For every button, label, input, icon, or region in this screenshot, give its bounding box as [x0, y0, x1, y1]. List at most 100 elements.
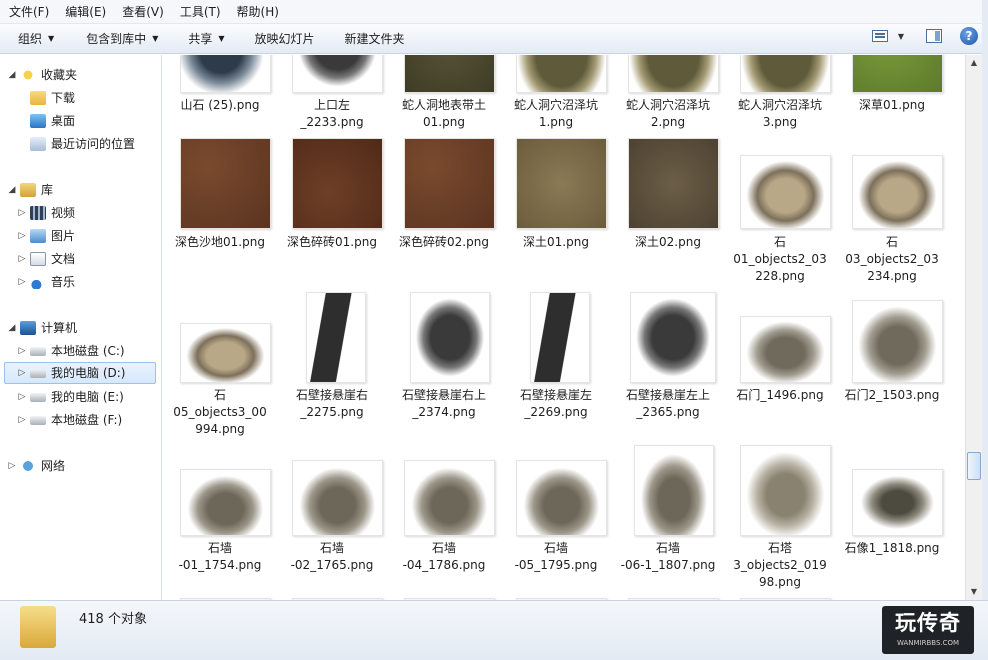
thumbnail-image [740, 316, 831, 383]
change-view-icon[interactable] [871, 30, 888, 42]
thumbnail-image [740, 55, 831, 93]
nav-desktop[interactable]: 桌面 [30, 110, 75, 132]
star-icon [20, 68, 36, 82]
scrollbar-thumb[interactable] [967, 452, 981, 480]
file-name: 石墙 -05_1795.png [514, 541, 598, 572]
nav-drive-f[interactable]: ▷ 本地磁盘 (F:) [17, 409, 123, 431]
command-bar: 组织 ▼ 包含到库中 ▼ 共享 ▼ 放映幻灯片 新建文件夹 ▼ ? [0, 24, 988, 54]
menu-tools[interactable]: 工具(T) [172, 1, 229, 23]
thumbnail-image [404, 55, 495, 93]
collapsed-arrow-icon[interactable]: ▷ [17, 409, 27, 431]
nav-downloads[interactable]: 下载 [30, 87, 75, 109]
nav-libraries[interactable]: ◢ 库 [7, 179, 53, 201]
nav-videos-label: 视频 [51, 206, 76, 220]
thumbnail-image [634, 445, 714, 536]
chevron-down-icon: ▼ [48, 33, 55, 43]
new-folder-button[interactable]: 新建文件夹 [336, 27, 414, 51]
scroll-up-icon[interactable]: ▲ [966, 55, 982, 71]
collapsed-arrow-icon[interactable]: ▷ [17, 386, 27, 408]
folder-icon [20, 606, 56, 648]
music-library-icon [30, 275, 46, 289]
file-name: 上口左 _2233.png [300, 98, 364, 129]
nav-favorites[interactable]: ◢ 收藏夹 [7, 64, 77, 86]
file-name: 石墙 -06-1_1807.png [620, 541, 716, 572]
menu-view[interactable]: 查看(V) [114, 1, 172, 23]
menu-help[interactable]: 帮助(H) [229, 1, 287, 23]
thumbnail-image [740, 445, 831, 536]
thumbnail-image [852, 300, 943, 383]
details-pane [0, 600, 988, 660]
nav-drive-d[interactable]: ▷ 我的电脑 (D:) [4, 362, 156, 384]
slideshow-button[interactable]: 放映幻灯片 [246, 27, 324, 51]
nav-documents-label: 文档 [51, 252, 76, 266]
thumbnail-image [852, 155, 943, 229]
thumbnail-image [404, 138, 495, 229]
nav-drive-e-label: 我的电脑 (E:) [51, 390, 124, 404]
preview-pane-icon[interactable] [926, 29, 942, 43]
nav-libraries-label: 库 [41, 183, 54, 197]
thumbnail-image [404, 460, 495, 536]
file-name: 石壁接悬崖右 _2275.png [295, 388, 368, 419]
view-options-chevron-icon[interactable]: ▼ [898, 32, 904, 41]
file-name: 蛇人洞穴沼泽坑 2.png [625, 98, 710, 129]
nav-network[interactable]: ▷ 网络 [7, 455, 65, 477]
nav-music-label: 音乐 [51, 275, 76, 289]
collapsed-arrow-icon[interactable]: ▷ [17, 362, 27, 384]
nav-computer[interactable]: ◢ 计算机 [7, 317, 77, 339]
share-button[interactable]: 共享 ▼ [179, 27, 233, 51]
collapsed-arrow-icon[interactable]: ▷ [7, 455, 17, 477]
collapsed-arrow-icon[interactable]: ▷ [17, 340, 27, 362]
nav-drive-e[interactable]: ▷ 我的电脑 (E:) [17, 386, 124, 408]
organize-button[interactable]: 组织 ▼ [9, 27, 63, 51]
thumbnail-image [516, 460, 607, 536]
nav-drive-c-label: 本地磁盘 (C:) [51, 344, 125, 358]
file-name: 石 01_objects2_03 228.png [733, 235, 827, 283]
menu-edit[interactable]: 编辑(E) [57, 1, 114, 23]
chevron-down-icon: ▼ [152, 33, 159, 43]
collapsed-arrow-icon[interactable]: ▷ [17, 248, 27, 270]
expand-arrow-icon[interactable]: ◢ [7, 64, 17, 86]
hard-drive-icon [30, 415, 46, 425]
hard-drive-icon [30, 392, 46, 402]
navigation-pane: ◢ 收藏夹 下载 桌面 最近访问的位置 ◢ 库 ▷ 视频 ▷ 图片 ▷ 文档 ▷ 音乐 ◢ 计… [0, 55, 162, 600]
collapsed-arrow-icon[interactable]: ▷ [17, 271, 27, 293]
file-name: 石壁接悬崖左 _2269.png [519, 388, 592, 419]
nav-pictures-label: 图片 [51, 229, 76, 243]
vertical-scrollbar[interactable]: ▲ ▼ [965, 55, 982, 600]
thumbnail-image [628, 138, 719, 229]
file-name: 石墙 -04_1786.png [402, 541, 486, 572]
organize-label: 组织 [18, 31, 43, 46]
nav-network-label: 网络 [41, 459, 66, 473]
nav-downloads-label: 下载 [51, 91, 76, 105]
expand-arrow-icon[interactable]: ◢ [7, 179, 17, 201]
scroll-down-icon[interactable]: ▼ [966, 584, 982, 600]
computer-icon [20, 321, 36, 335]
nav-documents[interactable]: ▷ 文档 [17, 248, 75, 270]
nav-videos[interactable]: ▷ 视频 [17, 202, 75, 224]
thumbnail-image [306, 292, 366, 383]
thumbnail-image [516, 55, 607, 93]
nav-recent[interactable]: 最近访问的位置 [30, 133, 135, 155]
thumbnail-image [852, 55, 943, 93]
file-name: 蛇人洞穴沼泽坑 1.png [513, 98, 598, 129]
file-name: 石 03_objects2_03 234.png [845, 235, 939, 283]
file-name: 石门_1496.png [736, 388, 824, 402]
menu-file[interactable]: 文件(F) [0, 1, 57, 23]
file-list: 山石 (25).png 上口左 _2233.png 蛇人洞地表带土 01.png 蛇… [163, 55, 965, 600]
downloads-folder-icon [30, 91, 46, 105]
include-in-library-button[interactable]: 包含到库中 ▼ [77, 27, 167, 51]
file-name: 深色碎砖02.png [399, 235, 489, 249]
file-name: 石壁接悬崖右上 _2374.png [401, 388, 486, 419]
include-label: 包含到库中 [86, 31, 147, 46]
thumbnail-image [292, 460, 383, 536]
help-icon[interactable]: ? [960, 27, 978, 45]
nav-drive-f-label: 本地磁盘 (F:) [51, 413, 123, 427]
nav-music[interactable]: ▷ 音乐 [17, 271, 75, 293]
expand-arrow-icon[interactable]: ◢ [7, 317, 17, 339]
collapsed-arrow-icon[interactable]: ▷ [17, 202, 27, 224]
collapsed-arrow-icon[interactable]: ▷ [17, 225, 27, 247]
thumbnail-image [180, 469, 271, 536]
thumbnail-image [740, 155, 831, 229]
nav-pictures[interactable]: ▷ 图片 [17, 225, 75, 247]
nav-drive-c[interactable]: ▷ 本地磁盘 (C:) [17, 340, 125, 362]
